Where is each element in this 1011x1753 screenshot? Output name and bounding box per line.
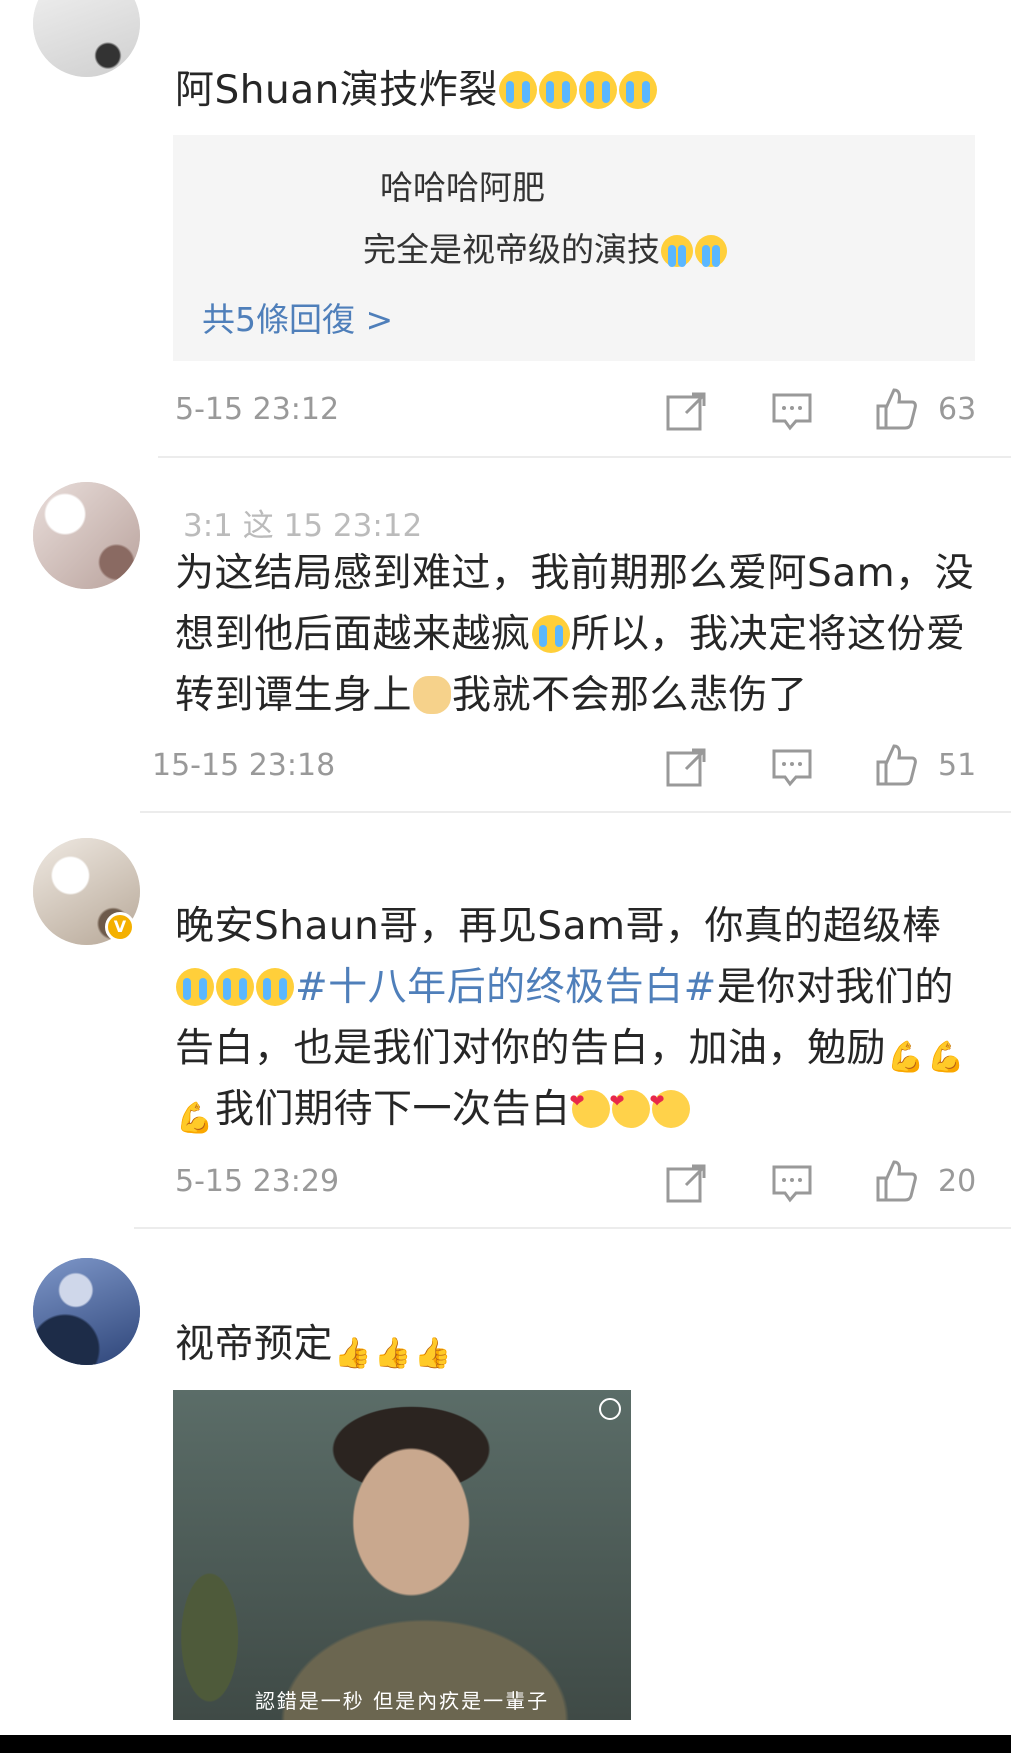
attached-image[interactable]: 認錯是一秒 但是內疚是一輩子 (173, 1390, 631, 1720)
crying-emoji-icon (538, 71, 577, 109)
crying-emoji-icon (578, 71, 617, 109)
like-count: 20 (938, 1164, 977, 1199)
crying-emoji-icon (618, 71, 657, 109)
avatar[interactable] (33, 482, 140, 589)
muscle-emoji-icon: 💪 (176, 1101, 214, 1136)
like-icon[interactable] (874, 742, 918, 786)
comment-time: 5-15 23:12 (175, 392, 340, 427)
more-replies-link[interactable]: 共5條回復 > (202, 293, 393, 341)
divider (134, 1227, 1011, 1229)
crying-emoji-icon (498, 71, 537, 109)
love-emoji-icon (650, 1071, 690, 1132)
crying-emoji-icon (661, 235, 693, 267)
user-name[interactable]: 3:1 这 15 23:12 (183, 500, 422, 545)
crying-emoji-icon (531, 615, 570, 653)
like-count: 63 (938, 392, 977, 427)
doge-emoji-icon (413, 676, 452, 714)
thumbs-up-emoji-icon: 👍 (334, 1336, 372, 1371)
repost-icon[interactable] (664, 1161, 708, 1205)
comment-icon[interactable] (770, 745, 814, 789)
verified-badge-icon: V (105, 912, 135, 942)
like-count: 51 (938, 748, 977, 783)
crying-emoji-icon (216, 968, 254, 1006)
divider (140, 811, 1011, 813)
divider (158, 456, 1011, 458)
comment-text: 晚安Shaun哥，再见Sam哥，你真的超级棒#十八年后的终极告白#是你对我们的告… (175, 896, 975, 1140)
comment-time: 15-15 23:18 (152, 748, 336, 783)
comment-icon[interactable] (770, 389, 814, 433)
crying-emoji-icon (256, 968, 294, 1006)
muscle-emoji-icon: 💪 (927, 1040, 965, 1075)
avatar[interactable] (33, 1258, 140, 1365)
muscle-emoji-icon: 💪 (887, 1040, 925, 1075)
video-caption: 認錯是一秒 但是內疚是一輩子 (254, 1689, 550, 1713)
comment-text: 视帝预定👍👍👍 (175, 1322, 452, 1371)
avatar[interactable] (33, 0, 140, 77)
crying-emoji-icon (695, 235, 727, 267)
love-emoji-icon (570, 1071, 610, 1132)
repost-icon[interactable] (664, 389, 708, 433)
thumbs-up-emoji-icon: 👍 (374, 1336, 412, 1371)
like-icon[interactable] (874, 1158, 918, 1202)
comment-text: 为这结局感到难过，我前期那么爱阿Sam，没想到他后面越来越疯 所以，我决定将这份爱… (175, 551, 975, 718)
repost-icon[interactable] (664, 745, 708, 789)
crying-emoji-icon (176, 968, 214, 1006)
hashtag-link[interactable]: #十八年后的终极告白# (295, 965, 717, 1010)
channel-logo-icon (599, 1398, 621, 1420)
reply-preview[interactable]: 哈哈哈阿肥 完全是视帝级的演技 共5條回復 > (173, 135, 975, 361)
comment-time: 5-15 23:29 (175, 1164, 340, 1199)
comment-icon[interactable] (770, 1161, 814, 1205)
bottom-edge (0, 1735, 1011, 1753)
thumbs-up-emoji-icon: 👍 (414, 1336, 452, 1371)
reply-text: 哈哈哈阿肥 (380, 168, 545, 207)
reply-text: 完全是视帝级的演技 (363, 223, 728, 271)
love-emoji-icon (610, 1071, 650, 1132)
tv-scene-image (173, 1390, 631, 1720)
comment-text: 阿Shuan演技炸裂 (175, 60, 975, 121)
like-icon[interactable] (874, 386, 918, 430)
